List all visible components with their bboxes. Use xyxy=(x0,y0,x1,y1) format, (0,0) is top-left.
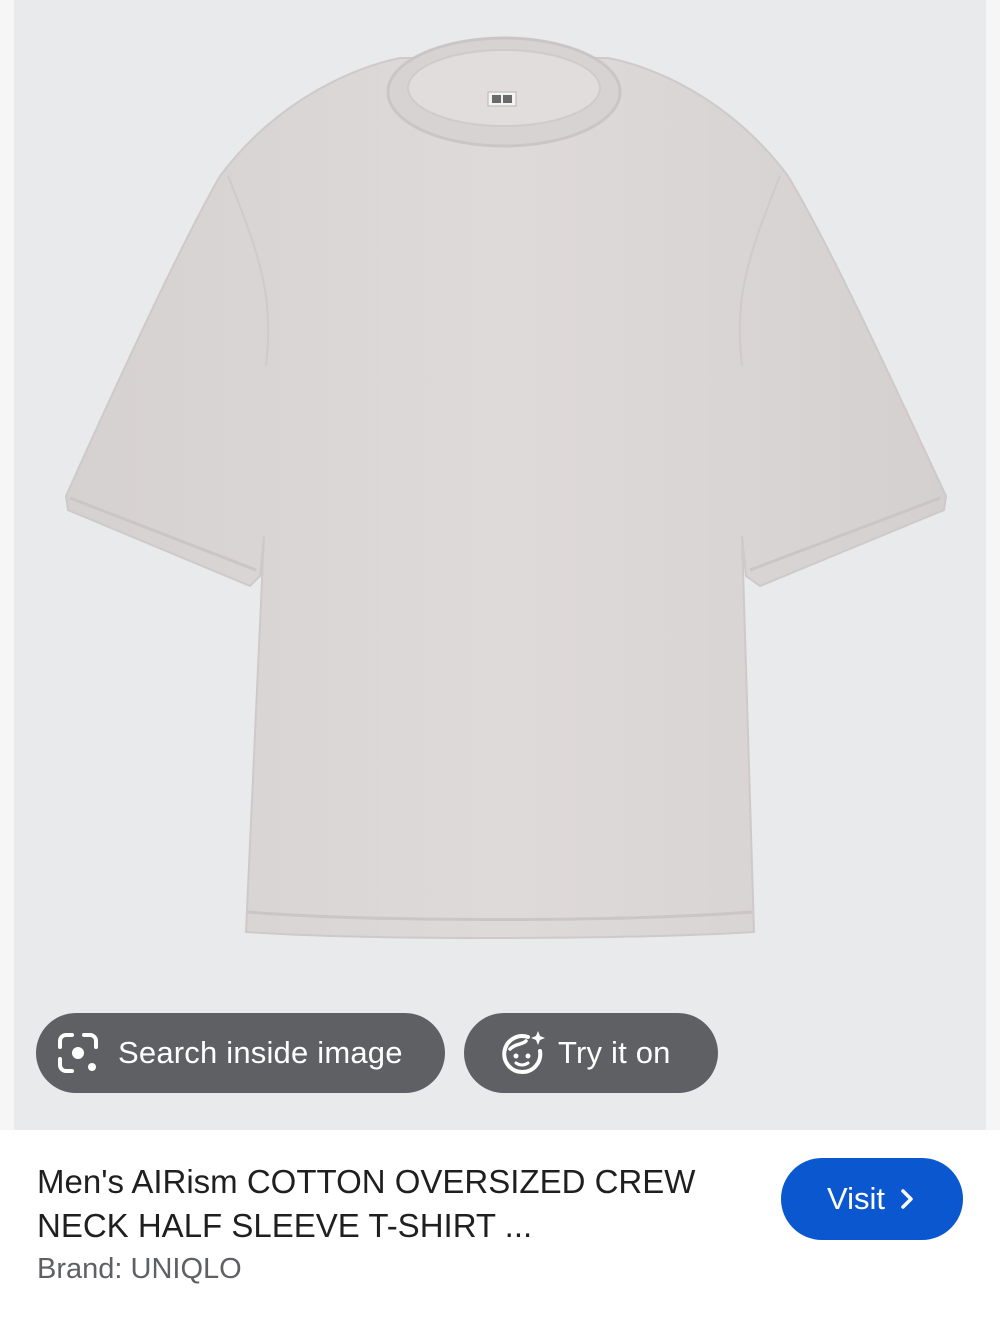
sparkle-face-icon xyxy=(498,1029,546,1077)
product-image-panel[interactable] xyxy=(14,0,986,1130)
image-frame-right xyxy=(986,0,1000,1130)
chevron-right-icon xyxy=(897,1187,917,1211)
product-image-tshirt xyxy=(64,36,948,939)
try-it-on-label: Try it on xyxy=(558,1035,671,1070)
try-it-on-button[interactable]: Try it on xyxy=(464,1013,718,1093)
lens-icon xyxy=(54,1029,102,1077)
search-inside-image-button[interactable]: Search inside image xyxy=(36,1013,445,1093)
image-frame-left xyxy=(0,0,14,1130)
product-info-panel: Men's AIRism COTTON OVERSIZED CREW NECK … xyxy=(0,1130,1000,1333)
product-brand: Brand: UNIQLO xyxy=(37,1253,242,1285)
search-inside-image-label: Search inside image xyxy=(118,1035,403,1070)
product-title[interactable]: Men's AIRism COTTON OVERSIZED CREW NECK … xyxy=(37,1160,757,1248)
visit-button[interactable]: Visit xyxy=(781,1158,963,1240)
visit-label: Visit xyxy=(826,1181,885,1216)
